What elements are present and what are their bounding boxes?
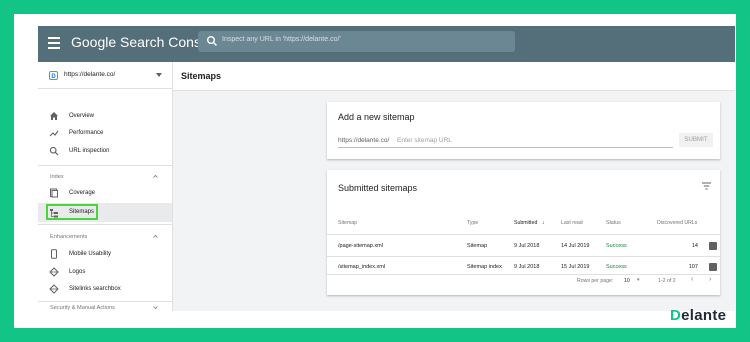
- security-heading: Security & Manual Actions: [50, 305, 115, 311]
- search-icon: [49, 146, 59, 156]
- sidebar-item-performance[interactable]: Performance: [38, 125, 172, 142]
- top-app-bar: Google Search Console Inspect any URL in…: [38, 26, 735, 62]
- url-inspect-search[interactable]: Inspect any URL in 'https://delante.co/': [198, 31, 515, 52]
- prev-page-icon[interactable]: ‹: [691, 276, 693, 283]
- sidebar-item-label: Coverage: [69, 190, 96, 196]
- menu-icon[interactable]: [48, 37, 60, 49]
- content-area: Google Search Console Inspect any URL in…: [14, 14, 736, 328]
- sidebar-item-label: Mobile Usability: [69, 251, 112, 257]
- column-header-discovered-urls[interactable]: Discovered URLs: [657, 220, 697, 226]
- dropdown-caret-icon[interactable]: ▾: [637, 277, 640, 283]
- column-header-label: Submitted: [514, 220, 538, 226]
- page-title: Sitemaps: [181, 71, 222, 81]
- index-heading: Index: [50, 174, 64, 180]
- highlight-box: [46, 204, 98, 220]
- sidebar-item-label: Sitelinks searchbox: [69, 286, 121, 292]
- property-url: https://delante.co/: [64, 71, 116, 78]
- page-header: Sitemaps: [173, 62, 735, 91]
- status-cell: Success: [606, 264, 627, 270]
- sidebar-item-coverage[interactable]: Coverage: [38, 185, 172, 202]
- sitemap-cell[interactable]: /page-sitemap.xml: [338, 243, 383, 249]
- submitted-sitemaps-card: Submitted sitemaps Sitemap Type Submitte…: [327, 170, 720, 295]
- last-read-cell: 15 Jul 2019: [561, 264, 590, 270]
- main-panel: Sitemaps Add a new sitemap https://delan…: [173, 62, 735, 311]
- input-underline: [338, 147, 673, 148]
- type-cell: Sitemap: [467, 243, 488, 249]
- phone-icon: [51, 249, 57, 259]
- table-divider: [327, 256, 720, 257]
- chevron-up-icon[interactable]: [153, 234, 158, 239]
- filter-icon[interactable]: [702, 182, 711, 190]
- dropdown-caret-icon[interactable]: [156, 73, 162, 77]
- table-divider: [327, 274, 720, 275]
- search-input[interactable]: Inspect any URL in 'https://delante.co/': [222, 36, 341, 43]
- sidebar-item-label: Overview: [69, 113, 95, 119]
- sitemap-cell[interactable]: /sitemap_index.xml: [338, 264, 385, 270]
- home-icon: [50, 112, 58, 120]
- sidebar-item-label: Performance: [69, 130, 104, 136]
- sidebar-divider: [38, 165, 172, 166]
- table-divider: [327, 234, 720, 235]
- diamond-icon: [49, 267, 59, 277]
- chevron-up-icon[interactable]: [153, 174, 158, 179]
- diamond-icon: [49, 284, 59, 294]
- column-header-last-read[interactable]: Last read: [561, 220, 583, 226]
- search-icon: [207, 36, 218, 47]
- rows-per-page-select[interactable]: 10: [624, 278, 630, 284]
- open-report-icon[interactable]: [709, 263, 717, 271]
- sidebar-item-logos[interactable]: Logos: [38, 264, 172, 281]
- status-cell: Success: [606, 243, 627, 249]
- open-report-icon[interactable]: [709, 242, 717, 250]
- sidebar-item-label: URL inspection: [69, 148, 110, 154]
- submitted-sitemaps-title: Submitted sitemaps: [338, 183, 418, 193]
- submitted-cell: 9 Jul 2018: [514, 243, 540, 249]
- coverage-icon: [50, 188, 58, 198]
- arrow-down-icon: ↓: [541, 220, 545, 226]
- sitemap-url-input[interactable]: Enter sitemap URL: [397, 137, 452, 144]
- next-page-icon[interactable]: ›: [709, 276, 711, 283]
- property-icon: D: [49, 71, 58, 80]
- sidebar-item-url-inspection[interactable]: URL inspection: [38, 143, 172, 160]
- submit-button[interactable]: SUBMIT: [679, 133, 713, 147]
- chevron-down-icon[interactable]: [153, 305, 158, 310]
- sidebar: D https://delante.co/ Overview Performan…: [38, 62, 173, 311]
- delante-logo: Delante: [670, 307, 727, 324]
- urls-cell: 107: [688, 264, 698, 270]
- sidebar-item-mobile-usability[interactable]: Mobile Usability: [38, 246, 172, 263]
- column-header-submitted[interactable]: Submitted ↓: [514, 220, 544, 226]
- enhancements-heading: Enhancements: [50, 234, 88, 240]
- column-header-type[interactable]: Type: [467, 220, 478, 226]
- sidebar-divider: [38, 224, 172, 225]
- type-cell: Sitemap index: [467, 264, 502, 270]
- sidebar-item-sitelinks-searchbox[interactable]: Sitelinks searchbox: [38, 281, 172, 298]
- add-sitemap-card: Add a new sitemap https://delante.co/ En…: [327, 102, 720, 159]
- urls-cell: 14: [691, 243, 698, 249]
- sitemap-url-prefix: https://delante.co/: [338, 137, 390, 144]
- last-read-cell: 14 Jul 2019: [561, 243, 590, 249]
- rows-per-page-label: Rows per page:: [577, 278, 614, 284]
- column-header-status[interactable]: Status: [606, 220, 621, 226]
- add-sitemap-title: Add a new sitemap: [338, 112, 415, 122]
- property-selector[interactable]: D https://delante.co/: [38, 62, 172, 89]
- sidebar-item-overview[interactable]: Overview: [38, 108, 172, 125]
- sidebar-divider: [38, 301, 172, 302]
- search-console-screenshot: Google Search Console Inspect any URL in…: [38, 26, 735, 311]
- sidebar-item-sitemaps[interactable]: Sitemaps: [38, 203, 172, 222]
- trending-up-icon: [49, 130, 59, 137]
- page-range: 1-2 of 2: [658, 278, 676, 284]
- submitted-cell: 9 Jul 2018: [514, 264, 540, 270]
- sidebar-item-label: Logos: [69, 269, 86, 275]
- svg-text:D: D: [51, 74, 56, 80]
- column-header-sitemap[interactable]: Sitemap: [338, 220, 357, 226]
